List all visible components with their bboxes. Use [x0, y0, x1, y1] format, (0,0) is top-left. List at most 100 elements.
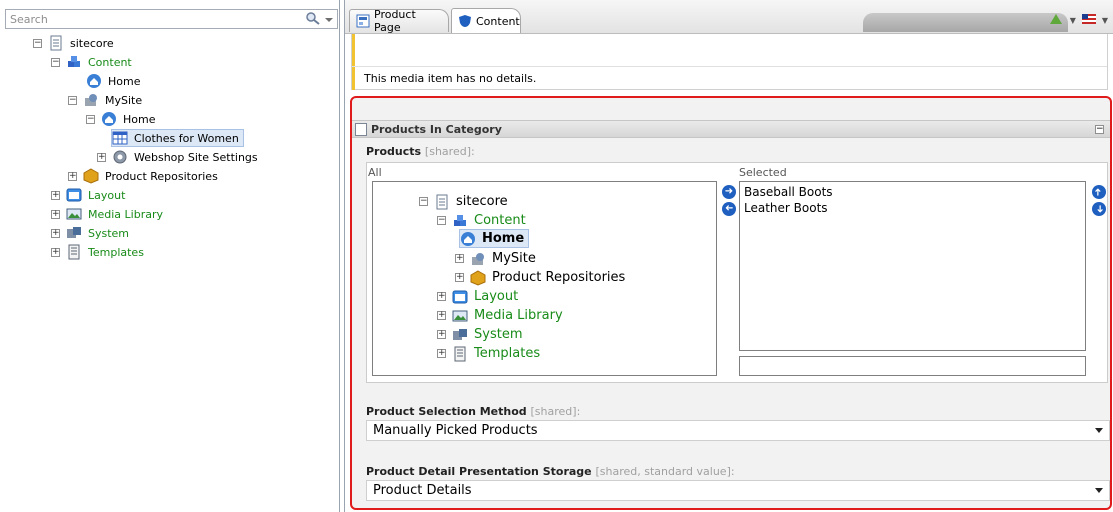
tree-node-label: Media Library — [88, 207, 163, 221]
tree-node-system[interactable]: + System — [51, 224, 131, 242]
package-icon — [470, 269, 486, 286]
browse-node-mysite[interactable]: + MySite — [455, 249, 538, 268]
browse-node-media-library[interactable]: + Media Library — [437, 306, 565, 325]
browse-node-label: sitecore — [456, 194, 508, 209]
collapse-toggle[interactable]: − — [51, 57, 60, 67]
navigate-arrow-icon[interactable] — [1048, 12, 1064, 28]
products-in-category-section: Products In Category − Products [shared]… — [350, 96, 1112, 510]
tab-product-page[interactable]: Product Page — [349, 8, 449, 34]
expand-toggle[interactable]: + — [51, 247, 60, 257]
search-options-chevron-down-icon[interactable] — [325, 13, 333, 26]
globe-site-icon — [470, 251, 486, 267]
tree-node-label: MySite — [105, 93, 143, 107]
browse-node-system[interactable]: + System — [437, 325, 524, 344]
browse-node-layout[interactable]: + Layout — [437, 287, 520, 306]
expand-toggle[interactable]: + — [437, 292, 446, 301]
section-header[interactable]: Products In Category − — [352, 120, 1110, 138]
tree-node-label: Layout — [88, 188, 126, 202]
tab-tools: ▼ ▼ — [1048, 12, 1108, 28]
browse-node-product-repositories[interactable]: + Product Repositories — [455, 268, 627, 287]
expand-toggle[interactable]: + — [437, 349, 446, 358]
expand-toggle[interactable]: + — [68, 171, 77, 181]
all-items-tree[interactable]: − sitecore − Content Home + MySite + Pro… — [372, 181, 717, 376]
browse-node-label: Layout — [474, 289, 519, 304]
browse-node-sitecore[interactable]: − sitecore — [419, 192, 510, 211]
warning-bar — [352, 34, 355, 90]
expand-toggle[interactable]: + — [455, 273, 464, 282]
collapse-toggle[interactable]: − — [68, 95, 77, 105]
search-input[interactable] — [6, 10, 286, 28]
expand-toggle[interactable]: + — [437, 311, 446, 320]
template-icon — [66, 244, 82, 260]
content-cubes-icon — [66, 54, 82, 70]
tree-node-home[interactable]: Home — [86, 72, 142, 90]
browse-node-home[interactable]: Home — [459, 229, 530, 248]
expand-toggle[interactable]: + — [51, 209, 60, 219]
selected-items-list[interactable]: Baseball Boots Leather Boots — [739, 181, 1086, 351]
tree-node-label: Content — [88, 55, 132, 69]
move-up-arrow-icon[interactable]: ➜ — [1092, 185, 1106, 199]
expand-toggle[interactable]: + — [437, 330, 446, 339]
document-icon — [48, 35, 64, 51]
tree-node-product-repositories[interactable]: + Product Repositories — [68, 167, 220, 185]
presentation-storage-select[interactable]: Product Details — [366, 480, 1110, 501]
browse-node-content[interactable]: − Content — [437, 211, 528, 230]
chevron-down-icon[interactable]: ▼ — [1070, 16, 1076, 25]
remove-left-arrow-icon[interactable]: ➜ — [722, 202, 736, 216]
presentation-storage-label: Product Detail Presentation Storage [sha… — [366, 465, 735, 478]
select-value: Manually Picked Products — [373, 423, 538, 438]
selection-method-select[interactable]: Manually Picked Products — [366, 420, 1110, 441]
collapse-toggle[interactable]: − — [437, 216, 446, 225]
tab-content[interactable]: Content — [451, 8, 521, 33]
tree-node-sitecore[interactable]: − sitecore — [33, 34, 116, 52]
tree-node-label: sitecore — [70, 36, 114, 50]
chevron-down-icon[interactable] — [1095, 488, 1103, 493]
tree-node-clothes-for-women[interactable]: Clothes for Women — [111, 129, 244, 147]
search-icon[interactable] — [305, 11, 321, 28]
browse-node-templates[interactable]: + Templates — [437, 344, 542, 363]
tree-node-label: Home — [123, 112, 156, 126]
system-icon — [66, 225, 82, 241]
tree-node-webshop-settings[interactable]: + Webshop Site Settings — [97, 148, 260, 166]
selected-item[interactable]: Baseball Boots — [744, 184, 1081, 200]
content-cubes-icon — [452, 213, 468, 229]
tree-node-label: System — [88, 226, 130, 240]
tree-node-media-library[interactable]: + Media Library — [51, 205, 165, 223]
add-right-arrow-icon[interactable]: ➜ — [722, 185, 736, 199]
tab-label: Content — [476, 14, 520, 28]
browse-node-label: Product Repositories — [492, 270, 626, 285]
tree-node-mysite[interactable]: − MySite — [68, 91, 144, 109]
move-down-arrow-icon[interactable]: ➜ — [1092, 202, 1106, 216]
tree-node-layout[interactable]: + Layout — [51, 186, 127, 204]
tree-node-label: Webshop Site Settings — [134, 150, 258, 164]
tree-node-templates[interactable]: + Templates — [51, 243, 146, 261]
editor-pane: Product Page Content ▼ ▼ This media item… — [344, 0, 1113, 512]
collapse-toggle[interactable]: − — [419, 197, 428, 206]
field-name: Product Detail Presentation Storage — [366, 465, 592, 478]
selected-caption: Selected — [739, 166, 787, 179]
content-tree-pane: − sitecore − Content Home − MySite − Hom… — [0, 0, 340, 512]
browse-node-label: Media Library — [474, 308, 563, 323]
chevron-down-icon[interactable]: ▼ — [1102, 16, 1108, 25]
collapse-toggle[interactable]: − — [86, 114, 95, 124]
tree-node-mysite-home[interactable]: − Home — [86, 110, 157, 128]
browse-node-label: MySite — [492, 251, 536, 266]
tree-node-content[interactable]: − Content — [51, 53, 134, 71]
layout-icon — [66, 187, 82, 203]
template-icon — [452, 346, 468, 362]
gear-icon — [112, 149, 128, 165]
tree-node-label: Home — [108, 74, 141, 88]
expand-toggle[interactable]: + — [455, 254, 464, 263]
selected-item[interactable]: Leather Boots — [744, 200, 1081, 216]
chevron-down-icon[interactable] — [1095, 428, 1103, 433]
collapse-toggle[interactable]: − — [33, 38, 42, 48]
expand-toggle[interactable]: + — [97, 152, 106, 162]
language-flag-icon[interactable] — [1081, 14, 1096, 26]
system-icon — [452, 327, 468, 343]
selected-filter-input[interactable] — [739, 356, 1086, 376]
expand-toggle[interactable]: + — [51, 190, 60, 200]
expand-toggle[interactable]: + — [51, 228, 60, 238]
tree-node-label: Templates — [88, 245, 144, 259]
home-icon — [101, 111, 117, 127]
section-collapse-toggle[interactable]: − — [1095, 125, 1104, 134]
